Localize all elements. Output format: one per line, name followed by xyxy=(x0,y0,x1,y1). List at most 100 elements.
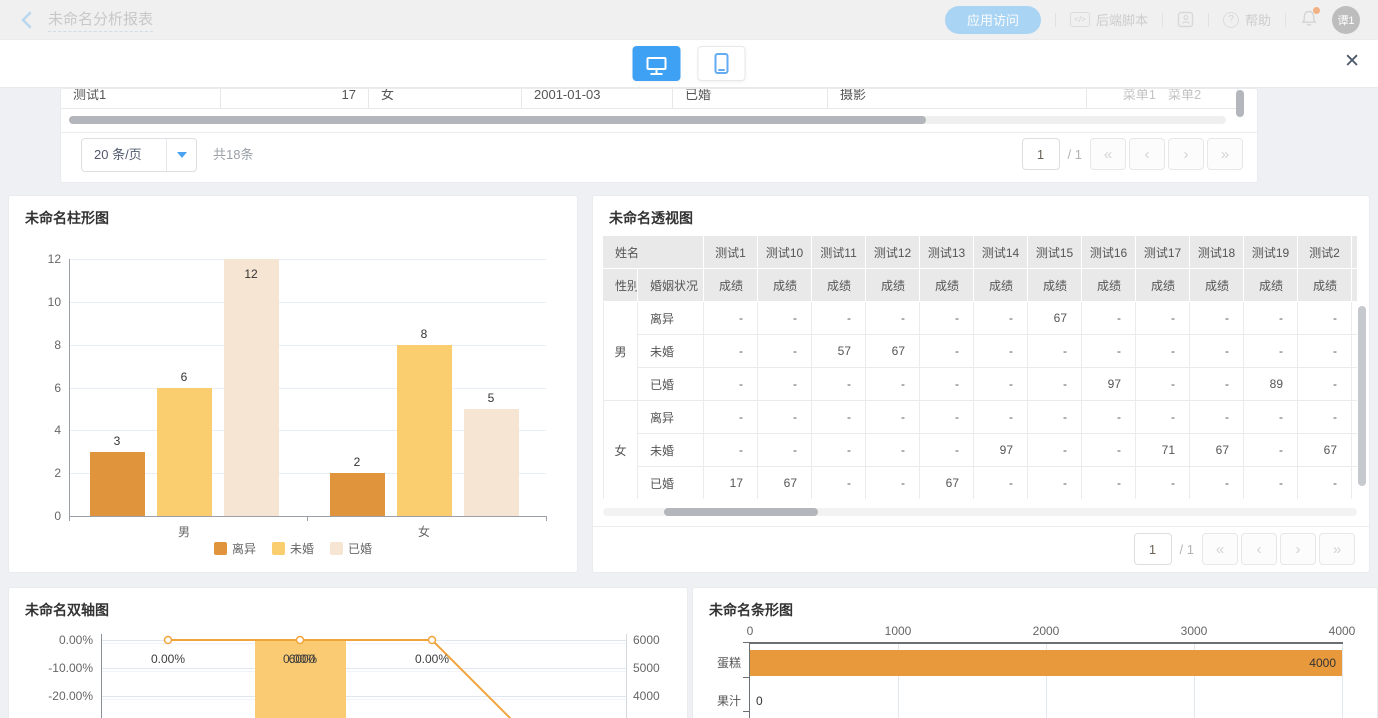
pivot-value-cell: - xyxy=(920,368,974,401)
bar-value-label: 3 xyxy=(90,434,145,448)
close-preview-button[interactable]: ✕ xyxy=(1344,52,1360,71)
preview-cell: 女 xyxy=(369,88,522,109)
row-action-link[interactable]: 菜单2 xyxy=(1168,88,1201,108)
pivot-row: 未婚--5767--------- xyxy=(603,335,1357,368)
pivot-value-cell: 67 xyxy=(1190,434,1244,467)
pivot-corner-header: 姓名 xyxy=(603,236,704,269)
pivot-measure-header: 成绩 xyxy=(704,269,758,302)
pivot-value-cell: - xyxy=(1298,368,1352,401)
h-scrollbar-thumb[interactable] xyxy=(69,116,926,124)
next-page-button[interactable]: › xyxy=(1168,138,1204,170)
page-input[interactable]: 1 xyxy=(1022,138,1060,170)
line-point-label: 0.00% xyxy=(392,652,472,666)
pivot-value-cell: - xyxy=(1028,401,1082,434)
pivot-value-cell: - xyxy=(866,368,920,401)
pivot-measure-header: 成绩 xyxy=(1190,269,1244,302)
pivot-status-cell: 未婚 xyxy=(638,434,704,467)
pivot-value-cell: - xyxy=(920,335,974,368)
pivot-measure-header: 成绩 xyxy=(1352,269,1357,302)
pager-buttons: « ‹ ›» xyxy=(1090,138,1243,170)
pivot-value-cell: - xyxy=(812,401,866,434)
desktop-view-button[interactable] xyxy=(633,46,681,81)
column-bar xyxy=(224,259,279,516)
pivot-value-cell: - xyxy=(1244,302,1298,335)
v-scrollbar-thumb[interactable] xyxy=(1236,90,1244,117)
pivot-table: 姓名测试1测试10测试11测试12测试13测试14测试15测试16测试17测试1… xyxy=(603,236,1357,499)
row-action-link[interactable]: 菜单1 xyxy=(1123,88,1156,108)
last-page-button[interactable]: » xyxy=(1207,138,1243,170)
monitor-icon xyxy=(647,57,667,70)
help-button[interactable]: ? 帮助 xyxy=(1223,10,1271,29)
pivot-v-scrollbar-thumb[interactable] xyxy=(1358,306,1366,486)
right-axis-tick: 6000 xyxy=(633,633,683,647)
pivot-value-cell: 67 xyxy=(758,467,812,499)
x-axis-line xyxy=(749,642,1343,644)
left-axis-tick: -10.00% xyxy=(33,661,93,675)
prev-page-icon: ‹ xyxy=(1257,542,1262,557)
preview-table-row: 测试117女2001-01-03已婚摄影菜单1菜单2 xyxy=(61,88,1238,109)
page-size-select[interactable]: 20 条/页 xyxy=(81,138,197,172)
left-axis-tick: 0.00% xyxy=(33,633,93,647)
legend-item[interactable]: 未婚 xyxy=(272,540,314,557)
caret-down-icon xyxy=(166,139,196,171)
pivot-column-header: 测试2 xyxy=(1298,236,1352,269)
pivot-value-cell: - xyxy=(812,368,866,401)
pivot-value-cell: - xyxy=(1352,467,1357,499)
pivot-value-cell: - xyxy=(1190,401,1244,434)
pivot-column-header: 测试14 xyxy=(974,236,1028,269)
pivot-measure-header: 成绩 xyxy=(1244,269,1298,302)
chart-gridline xyxy=(69,345,546,346)
user-avatar[interactable]: 谭1 xyxy=(1332,6,1360,34)
pivot-value-cell: - xyxy=(920,302,974,335)
next-page-button[interactable]: › xyxy=(1280,533,1316,565)
pivot-value-cell: - xyxy=(866,401,920,434)
y-axis-tick: 0 xyxy=(17,509,61,523)
column-bar xyxy=(464,409,519,516)
legend-label: 未婚 xyxy=(290,540,314,557)
mobile-view-button[interactable] xyxy=(698,46,746,81)
pivot-value-cell: - xyxy=(1352,335,1357,368)
prev-page-button[interactable]: ‹ xyxy=(1241,533,1277,565)
prev-page-icon: ‹ xyxy=(1145,147,1150,162)
pivot-value-cell: 97 xyxy=(1082,368,1136,401)
pivot-measure-header: 成绩 xyxy=(1028,269,1082,302)
x-axis-tick: 2000 xyxy=(1016,624,1076,638)
x-axis-tick: 1000 xyxy=(868,624,928,638)
notifications-button[interactable] xyxy=(1300,9,1318,31)
first-page-button[interactable]: « xyxy=(1090,138,1126,170)
column-bar xyxy=(90,452,145,516)
header-divider xyxy=(1162,13,1163,27)
back-chevron-icon xyxy=(20,11,32,29)
pivot-value-cell: - xyxy=(974,335,1028,368)
contacts-button[interactable] xyxy=(1177,11,1194,28)
app-access-button[interactable]: 应用访问 xyxy=(945,6,1041,34)
preview-actions-cell: 菜单1 菜单2 xyxy=(1087,88,1238,109)
page-input[interactable]: 1 xyxy=(1134,533,1172,565)
back-button[interactable] xyxy=(20,11,32,29)
backend-script-button[interactable]: </> 后端脚本 xyxy=(1070,10,1148,29)
prev-page-button[interactable]: ‹ xyxy=(1129,138,1165,170)
pivot-h-scrollbar-thumb[interactable] xyxy=(664,508,818,516)
report-title[interactable]: 未命名分析报表 xyxy=(48,8,153,32)
legend-swatch xyxy=(272,542,285,555)
x-axis-tick: 4000 xyxy=(1312,624,1372,638)
header-divider xyxy=(1208,13,1209,27)
preview-cell: 摄影 xyxy=(828,88,1087,109)
pivot-value-cell: 17 xyxy=(704,467,758,499)
first-page-button[interactable]: « xyxy=(1202,533,1238,565)
divider xyxy=(61,132,1257,133)
pivot-card: 未命名透视图 姓名测试1测试10测试11测试12测试13测试14测试15测试16… xyxy=(592,195,1370,573)
pivot-dimension-header: 性别 xyxy=(603,269,638,302)
pivot-value-cell: - xyxy=(1136,401,1190,434)
pivot-value-cell: 67 xyxy=(866,335,920,368)
next-page-icon: › xyxy=(1296,542,1301,557)
legend-item[interactable]: 已婚 xyxy=(330,540,372,557)
last-page-button[interactable]: » xyxy=(1319,533,1355,565)
legend-item[interactable]: 离异 xyxy=(214,540,256,557)
pivot-row: 女离异------------- xyxy=(603,401,1357,434)
pivot-measure-header: 成绩 xyxy=(974,269,1028,302)
column-bar xyxy=(157,388,212,517)
legend-label: 已婚 xyxy=(348,540,372,557)
total-count-label: 共18条 xyxy=(213,138,253,172)
header-divider xyxy=(1055,13,1056,27)
